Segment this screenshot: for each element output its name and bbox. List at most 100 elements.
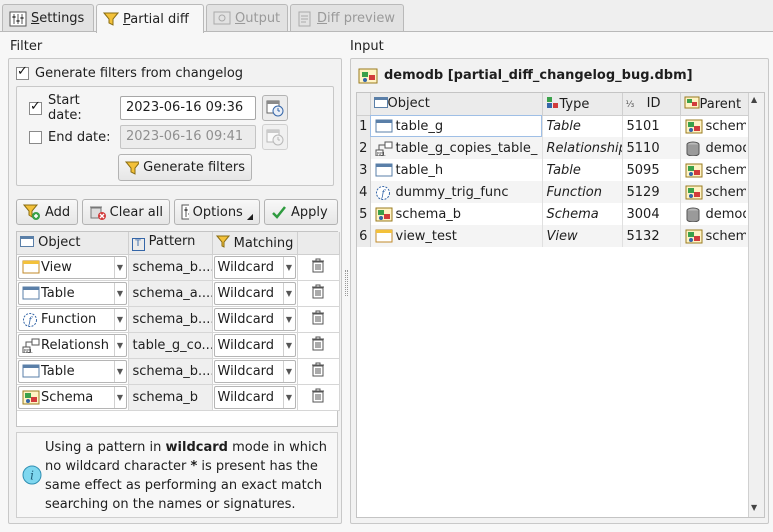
pattern-cell[interactable]: table_g_co... — [128, 332, 213, 359]
matching-value: Wildcard — [217, 337, 275, 353]
start-date-reset-button[interactable] — [262, 95, 288, 121]
dropdown-arrow-icon[interactable]: ▼ — [113, 386, 126, 408]
scroll-down-arrow-icon[interactable]: ▼ — [751, 503, 757, 512]
dropdown-arrow-icon[interactable]: ▼ — [113, 360, 126, 382]
pattern-cell[interactable]: schema_b.... — [128, 254, 213, 281]
column-header-object[interactable]: Object — [370, 93, 543, 116]
pattern-cell[interactable]: schema_a.... — [128, 280, 213, 307]
column-header-type[interactable]: Type — [542, 93, 623, 116]
generate-from-changelog-checkbox[interactable] — [16, 64, 29, 80]
matching-combo[interactable]: Wildcard ▼ — [213, 281, 296, 305]
object-row[interactable]: 4f dummy_trig_func Function5129 schema_ — [357, 181, 751, 203]
type-icon — [546, 96, 558, 108]
options-button[interactable]: Options ◢ — [174, 199, 260, 225]
object-id: 5095 — [622, 159, 681, 181]
object-row[interactable]: 2 REL table_g_copies_table_a Relationship 51… — [357, 137, 751, 159]
remove-filter-button[interactable] — [297, 254, 340, 281]
trash-icon — [312, 310, 324, 325]
pattern-value: schema_b.... — [132, 363, 212, 379]
end-date-checkbox[interactable] — [29, 130, 42, 144]
filter-row: Schema ▼ schema_b Wildcard ▼ — [17, 384, 340, 411]
tab-partial-diff[interactable]: Partial diff — [96, 4, 204, 33]
object-row[interactable]: 5 schema_b Schema3004 demodb — [357, 203, 751, 225]
tab-diff-preview-label: Diff preview — [317, 11, 395, 26]
remove-filter-button[interactable] — [297, 280, 340, 307]
matching-combo[interactable]: Wildcard ▼ — [213, 333, 296, 357]
clear-all-button[interactable]: Clear all — [82, 199, 170, 225]
object-type-combo[interactable]: View ▼ — [18, 255, 127, 279]
column-header-object[interactable]: Object — [17, 232, 129, 255]
pattern-cell[interactable]: schema_b.... — [128, 306, 213, 333]
object-row[interactable]: 3 table_h Table5095 schema_ — [357, 159, 751, 181]
add-filter-button[interactable]: Add — [16, 199, 78, 225]
start-date-input[interactable]: 2023-06-16 09:36 — [120, 96, 256, 120]
matching-combo[interactable]: Wildcard ▼ — [213, 307, 296, 331]
end-date-reset-button[interactable] — [262, 124, 288, 150]
object-type-combo[interactable]: Table ▼ — [18, 281, 127, 305]
generate-from-changelog-row: Generate filters from changelog — [16, 64, 243, 81]
splitter-handle[interactable] — [345, 270, 348, 296]
dropdown-arrow-icon[interactable]: ▼ — [282, 282, 295, 304]
tab-diff-preview[interactable]: Diff preview — [290, 4, 404, 32]
dropdown-arrow-icon[interactable]: ▼ — [113, 334, 126, 356]
object-row[interactable]: 1 table_g Table5101 schema_ — [357, 115, 751, 137]
view-icon — [22, 260, 40, 274]
clear-all-label: Clear all — [109, 204, 163, 220]
tab-bar: Settings Partial diff Output Diff previe… — [0, 4, 773, 33]
view-icon — [375, 229, 392, 243]
matching-value: Wildcard — [217, 285, 275, 301]
dropdown-arrow-icon[interactable]: ▼ — [113, 308, 126, 330]
tab-settings[interactable]: Settings — [2, 4, 94, 32]
dropdown-arrow-icon[interactable]: ▼ — [282, 386, 295, 408]
column-header-pattern[interactable]: T Pattern — [128, 232, 213, 255]
apply-button[interactable]: Apply — [264, 199, 338, 225]
end-date-input[interactable]: 2023-06-16 09:41 — [120, 125, 256, 149]
remove-filter-button[interactable] — [297, 306, 340, 333]
object-type-value: Table — [41, 363, 75, 379]
generate-filters-button[interactable]: Generate filters — [118, 154, 252, 181]
remove-filter-button[interactable] — [297, 358, 340, 385]
row-number: 1 — [357, 115, 371, 137]
pattern-cell[interactable]: schema_b — [128, 384, 213, 411]
dropdown-arrow-icon[interactable]: ▼ — [282, 308, 295, 330]
pattern-cell[interactable]: schema_b.... — [128, 358, 213, 385]
matching-combo[interactable]: Wildcard ▼ — [213, 385, 296, 409]
filter-row: View ▼ schema_b.... Wildcard ▼ — [17, 254, 340, 281]
object-type: Schema — [542, 203, 623, 225]
object-icon — [373, 97, 388, 109]
svg-text:i: i — [30, 469, 34, 483]
trash-icon — [312, 362, 324, 377]
start-date-label: Start date: — [48, 93, 82, 123]
matching-combo[interactable]: Wildcard ▼ — [213, 359, 296, 383]
dropdown-arrow-icon[interactable]: ▼ — [113, 282, 126, 304]
column-header-parent[interactable]: Parent — [680, 93, 751, 116]
object-type-combo[interactable]: f Function ▼ — [18, 307, 127, 331]
remove-filter-button[interactable] — [297, 332, 340, 359]
schema-icon — [685, 229, 702, 244]
dropdown-arrow-icon[interactable]: ▼ — [282, 360, 295, 382]
start-date-checkbox[interactable] — [29, 99, 42, 115]
object-type-combo[interactable]: REL Relationsh ▼ — [18, 333, 127, 357]
object-parent: schema_ — [705, 228, 746, 244]
matching-combo[interactable]: Wildcard ▼ — [213, 255, 296, 279]
remove-filter-button[interactable] — [297, 384, 340, 411]
object-type-combo[interactable]: Schema ▼ — [18, 385, 127, 409]
dropdown-arrow-icon[interactable]: ▼ — [282, 256, 295, 278]
filter-icon — [103, 12, 119, 26]
trash-icon — [312, 336, 324, 351]
dropdown-arrow-icon[interactable]: ▼ — [282, 334, 295, 356]
vertical-scrollbar[interactable] — [748, 93, 764, 517]
filter-table: Object T Pattern Matching View ▼ schema_b.… — [16, 231, 340, 427]
dropdown-arrow-icon: ◢ — [246, 211, 253, 221]
dropdown-arrow-icon[interactable]: ▼ — [113, 256, 126, 278]
object-row[interactable]: 6 view_test View5132 schema_ — [357, 225, 751, 247]
object-type-combo[interactable]: Table ▼ — [18, 359, 127, 383]
tab-output[interactable]: Output — [206, 4, 288, 32]
column-header-id[interactable]: ⅓ ID — [622, 93, 681, 116]
schema-icon — [375, 207, 392, 222]
object-parent: demodb — [705, 206, 746, 222]
column-header-matching[interactable]: Matching — [212, 232, 298, 255]
scroll-up-arrow-icon[interactable]: ▲ — [751, 95, 757, 104]
row-number-header — [357, 93, 371, 116]
clear-all-icon — [90, 206, 106, 220]
